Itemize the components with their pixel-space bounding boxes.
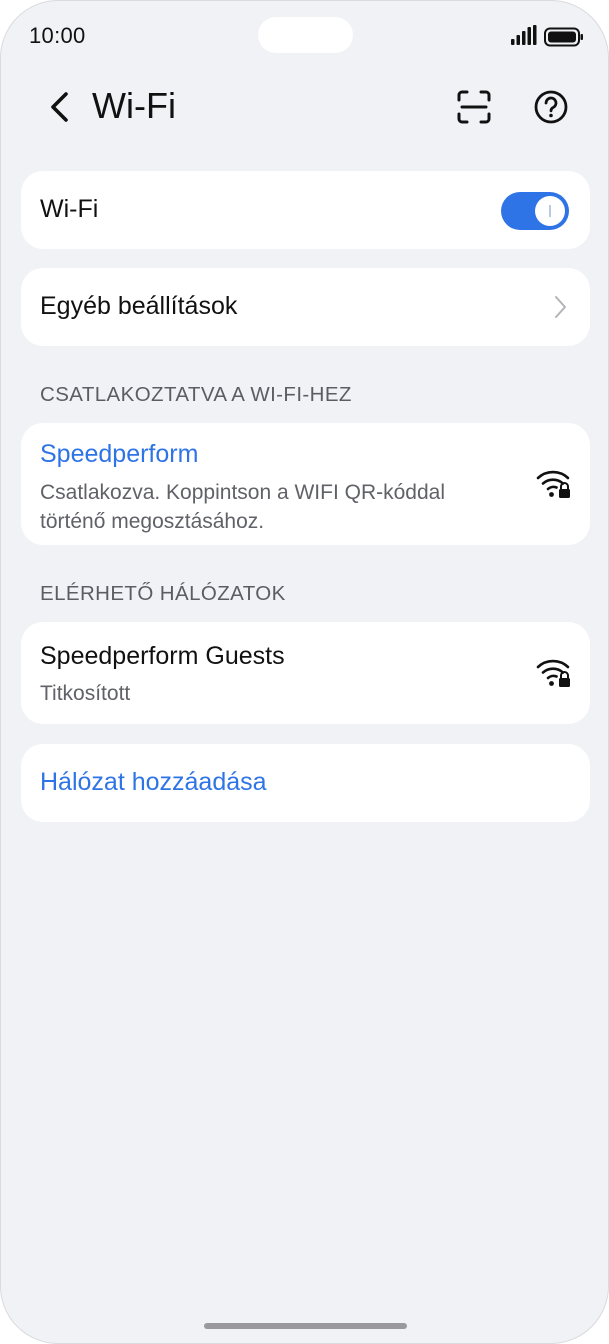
toggle-knob: [535, 196, 565, 226]
other-settings-label: Egyéb beállítások: [40, 292, 238, 320]
scan-icon[interactable]: [456, 89, 492, 125]
status-time: 10:00: [29, 23, 86, 48]
home-indicator[interactable]: [204, 1323, 407, 1329]
connected-network-name: Speedperform: [40, 440, 199, 468]
dynamic-island: [258, 17, 353, 53]
connected-network-row[interactable]: Speedperform Csatlakozva. Koppintson a W…: [21, 423, 590, 545]
wifi-toggle-row[interactable]: Wi-Fi: [21, 171, 590, 249]
battery-icon: [544, 27, 583, 47]
wifi-lock-icon: [536, 470, 570, 498]
available-section-title: ELÉRHETŐ HÁLÓZATOK: [40, 582, 286, 605]
connected-section-title: CSATLAKOZTATVA A WI-FI-HEZ: [40, 383, 352, 406]
available-network-name: Speedperform Guests: [40, 642, 285, 670]
phone-frame: 10:00 Wi-Fi Wi-Fi Egyéb beállítások CSAT…: [0, 0, 609, 1344]
wifi-toggle-label: Wi-Fi: [40, 195, 99, 223]
add-network-label: Hálózat hozzáadása: [40, 768, 267, 796]
other-settings-row[interactable]: Egyéb beállítások: [21, 268, 590, 346]
wifi-toggle-switch[interactable]: [501, 192, 569, 230]
connected-status-line1: Csatlakozva. Koppintson a WIFI QR-kóddal: [40, 481, 446, 504]
signal-icon: [511, 25, 537, 45]
page-title: Wi-Fi: [92, 85, 176, 126]
available-network-security: Titkosított: [40, 682, 131, 705]
add-network-button[interactable]: Hálózat hozzáadása: [21, 744, 590, 822]
chevron-left-icon[interactable]: [41, 87, 77, 127]
chevron-right-icon: [555, 296, 566, 318]
available-network-row[interactable]: Speedperform Guests Titkosított: [21, 622, 590, 724]
wifi-lock-icon: [536, 659, 570, 687]
help-icon[interactable]: [533, 89, 569, 125]
toggle-on-mark: [549, 205, 551, 217]
connected-status-line2: történő megosztásához.: [40, 510, 265, 533]
